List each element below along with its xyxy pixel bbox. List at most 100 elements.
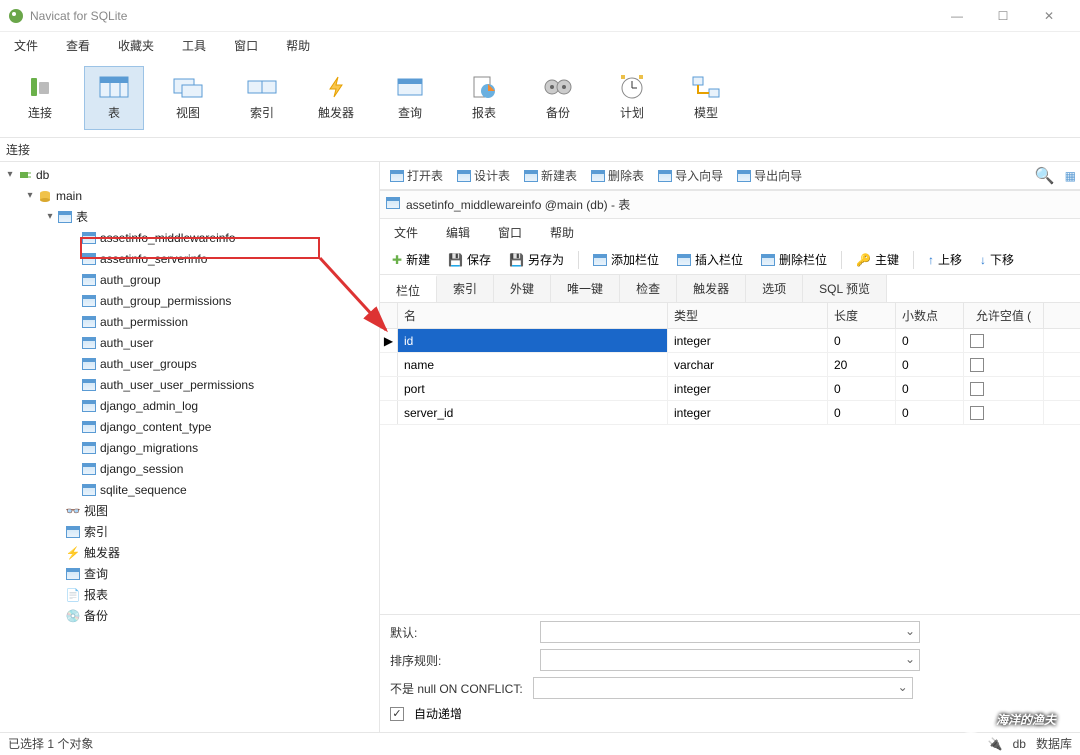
toolbar-trigger-button[interactable]: 触发器 (306, 66, 366, 130)
chevron-down-icon[interactable]: ⌄ (905, 652, 915, 666)
cell-length[interactable]: 0 (828, 377, 896, 400)
cell-null-checkbox[interactable] (964, 377, 1044, 400)
tree-table-item[interactable]: auth_user_user_permissions (0, 374, 379, 395)
submenu-help[interactable]: 帮助 (536, 220, 588, 245)
tree-view-node[interactable]: 👓视图 (0, 500, 379, 521)
grid-row[interactable]: ▶idinteger00 (380, 329, 1080, 353)
cell-type[interactable]: varchar (668, 353, 828, 376)
delete-column-button[interactable]: 删除栏位 (753, 248, 835, 271)
cell-type[interactable]: integer (668, 401, 828, 424)
cell-name[interactable]: port (398, 377, 668, 400)
tree-table-item[interactable]: django_admin_log (0, 395, 379, 416)
add-column-button[interactable]: 添加栏位 (585, 248, 667, 271)
cell-null-checkbox[interactable] (964, 329, 1044, 352)
grid-row[interactable]: namevarchar200 (380, 353, 1080, 377)
cell-null-checkbox[interactable] (964, 353, 1044, 376)
tree-table-item[interactable]: auth_group_permissions (0, 290, 379, 311)
tree-table-item[interactable]: django_content_type (0, 416, 379, 437)
cell-decimal[interactable]: 0 (896, 377, 964, 400)
move-up-button[interactable]: ↑上移 (920, 248, 970, 271)
gridhead-null[interactable]: 允许空值 ( (964, 303, 1044, 328)
primary-key-button[interactable]: 🔑主键 (848, 248, 907, 271)
tree-table-item[interactable]: django_session (0, 458, 379, 479)
grid-icon[interactable]: ▦ (1065, 169, 1076, 183)
toolbar-connect-button[interactable]: 连接 (10, 66, 70, 130)
gridhead-length[interactable]: 长度 (828, 303, 896, 328)
cell-length[interactable]: 0 (828, 329, 896, 352)
save-button[interactable]: 💾保存 (440, 248, 499, 271)
window-close-button[interactable]: ✕ (1026, 0, 1072, 32)
open-table-button[interactable]: 打开表 (384, 165, 449, 186)
tree-trigger-node[interactable]: ⚡触发器 (0, 542, 379, 563)
tree-table-item[interactable]: sqlite_sequence (0, 479, 379, 500)
window-minimize-button[interactable]: — (934, 0, 980, 32)
tree-index-node[interactable]: 索引 (0, 521, 379, 542)
chevron-down-icon[interactable]: ⌄ (898, 680, 908, 694)
cell-null-checkbox[interactable] (964, 401, 1044, 424)
cell-decimal[interactable]: 0 (896, 329, 964, 352)
tree-table-item[interactable]: assetinfo_serverinfo (0, 248, 379, 269)
cell-decimal[interactable]: 0 (896, 353, 964, 376)
tab-index[interactable]: 索引 (437, 275, 494, 302)
chevron-down-icon[interactable]: ⌄ (905, 624, 915, 638)
twisty-icon[interactable]: ▾ (44, 211, 56, 222)
tab-sqlpreview[interactable]: SQL 预览 (803, 275, 887, 302)
search-icon[interactable]: 🔍 (1035, 166, 1055, 186)
grid-row[interactable]: portinteger00 (380, 377, 1080, 401)
toolbar-view-button[interactable]: 视图 (158, 66, 218, 130)
row-selector[interactable]: ▶ (380, 329, 398, 352)
submenu-file[interactable]: 文件 (380, 220, 432, 245)
toolbar-plan-button[interactable]: 计划 (602, 66, 662, 130)
tree-db-node[interactable]: ▾ db (0, 164, 379, 185)
tree-main-node[interactable]: ▾ main (0, 185, 379, 206)
cell-length[interactable]: 0 (828, 401, 896, 424)
submenu-window[interactable]: 窗口 (484, 220, 536, 245)
tree-backup-node[interactable]: 💿备份 (0, 605, 379, 626)
new-button[interactable]: ✚新建 (384, 248, 438, 271)
onconflict-input[interactable]: ⌄ (533, 677, 913, 699)
submenu-edit[interactable]: 编辑 (432, 220, 484, 245)
menu-view[interactable]: 查看 (52, 33, 104, 58)
twisty-icon[interactable]: ▾ (4, 169, 16, 180)
grid-row[interactable]: server_idinteger00 (380, 401, 1080, 425)
menu-window[interactable]: 窗口 (220, 33, 272, 58)
delete-table-button[interactable]: 删除表 (585, 165, 650, 186)
insert-column-button[interactable]: 插入栏位 (669, 248, 751, 271)
default-input[interactable]: ⌄ (540, 621, 920, 643)
tree-table-item[interactable]: django_migrations (0, 437, 379, 458)
tree-table-item[interactable]: auth_permission (0, 311, 379, 332)
saveas-button[interactable]: 💾另存为 (501, 248, 572, 271)
toolbar-query-button[interactable]: 查询 (380, 66, 440, 130)
toolbar-report-button[interactable]: 报表 (454, 66, 514, 130)
tree-table-item[interactable]: auth_group (0, 269, 379, 290)
tab-options[interactable]: 选项 (746, 275, 803, 302)
cell-type[interactable]: integer (668, 377, 828, 400)
tree-table-item[interactable]: auth_user (0, 332, 379, 353)
menu-help[interactable]: 帮助 (272, 33, 324, 58)
tree-report-node[interactable]: 📄报表 (0, 584, 379, 605)
gridhead-name[interactable]: 名 (398, 303, 668, 328)
cell-length[interactable]: 20 (828, 353, 896, 376)
tab-unique[interactable]: 唯一键 (551, 275, 620, 302)
toolbar-model-button[interactable]: 模型 (676, 66, 736, 130)
tree-query-node[interactable]: 查询 (0, 563, 379, 584)
move-down-button[interactable]: ↓下移 (972, 248, 1022, 271)
cell-type[interactable]: integer (668, 329, 828, 352)
tree-tables-node[interactable]: ▾ 表 (0, 206, 379, 227)
row-selector[interactable] (380, 401, 398, 424)
cell-name[interactable]: id (398, 329, 668, 352)
cell-name[interactable]: name (398, 353, 668, 376)
row-selector[interactable] (380, 353, 398, 376)
cell-decimal[interactable]: 0 (896, 401, 964, 424)
import-wizard-button[interactable]: 导入向导 (652, 165, 729, 186)
tab-foreignkey[interactable]: 外键 (494, 275, 551, 302)
menu-tools[interactable]: 工具 (168, 33, 220, 58)
menu-favorites[interactable]: 收藏夹 (104, 33, 168, 58)
collation-input[interactable]: ⌄ (540, 649, 920, 671)
toolbar-table-button[interactable]: 表 (84, 66, 144, 130)
window-maximize-button[interactable]: ☐ (980, 0, 1026, 32)
gridhead-type[interactable]: 类型 (668, 303, 828, 328)
menu-file[interactable]: 文件 (0, 33, 52, 58)
row-selector[interactable] (380, 377, 398, 400)
export-wizard-button[interactable]: 导出向导 (731, 165, 808, 186)
